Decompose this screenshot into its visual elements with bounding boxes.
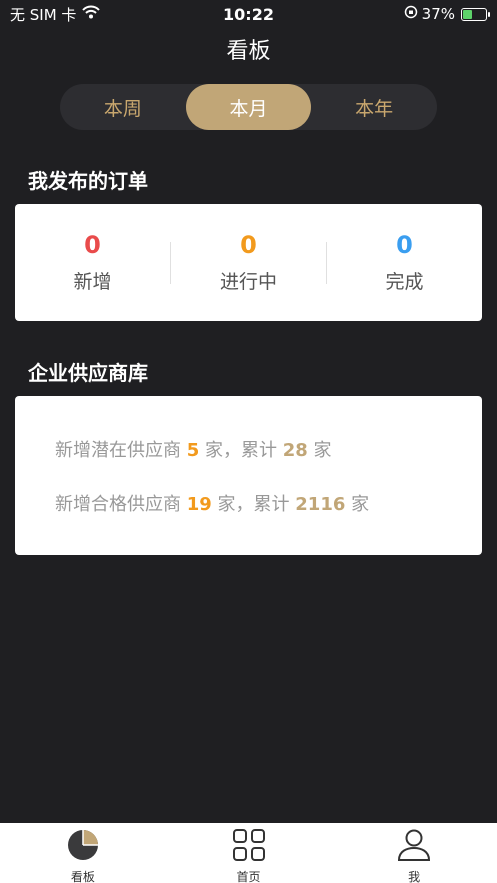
page-title: 看板 <box>226 39 271 64</box>
potential-suppliers-line[interactable]: 新增潜在供应商 5 家，累计 28 家 <box>55 436 332 462</box>
status-bar: 无 SIM 卡 10:22 37% <box>0 0 497 28</box>
stat-new-value: 0 <box>84 231 101 259</box>
orders-card: 0 新增 0 进行中 0 完成 <box>15 204 482 321</box>
stat-completed[interactable]: 0 完成 <box>327 231 482 294</box>
line-prefix: 新增潜在供应商 <box>55 440 181 461</box>
line-suffix: 家 <box>351 494 370 515</box>
tab-year[interactable]: 本年 <box>311 84 437 130</box>
status-time: 10:22 <box>223 4 274 24</box>
tab-month[interactable]: 本月 <box>185 84 312 130</box>
line-mid: 家，累计 <box>217 494 290 515</box>
tab-home[interactable]: 首页 <box>166 823 332 883</box>
tab-dashboard-label: 看板 <box>70 870 95 883</box>
tab-week[interactable]: 本周 <box>60 84 186 130</box>
qualified-new-count: 19 <box>186 494 212 515</box>
stat-in-progress-value: 0 <box>240 231 257 259</box>
carrier-label: 无 SIM 卡 <box>10 5 77 24</box>
battery-icon <box>461 7 490 21</box>
line-suffix: 家 <box>313 440 332 461</box>
tab-me[interactable]: 我 <box>331 823 497 883</box>
tab-dashboard[interactable]: 看板 <box>0 823 166 883</box>
orders-section-title: 我发布的订单 <box>28 169 148 193</box>
qualified-suppliers-line[interactable]: 新增合格供应商 19 家，累计 2116 家 <box>55 490 369 516</box>
bottom-tab-bar: 看板 首页 我 <box>0 823 497 883</box>
tab-home-label: 首页 <box>236 870 261 883</box>
line-prefix: 新增合格供应商 <box>55 494 181 515</box>
stat-completed-value: 0 <box>396 231 413 259</box>
person-icon <box>397 829 431 865</box>
line-mid: 家，累计 <box>205 440 277 461</box>
potential-total-count: 28 <box>282 440 308 461</box>
stat-completed-label: 完成 <box>385 271 424 293</box>
battery-percent: 37% <box>421 5 455 23</box>
potential-new-count: 5 <box>186 440 200 461</box>
stat-in-progress[interactable]: 0 进行中 <box>171 231 326 294</box>
qualified-total-count: 2116 <box>295 494 346 515</box>
tab-me-label: 我 <box>408 870 421 883</box>
wifi-icon <box>82 5 101 23</box>
grid-icon <box>232 829 265 865</box>
suppliers-card: 新增潜在供应商 5 家，累计 28 家 新增合格供应商 19 家，累计 2116… <box>15 396 482 555</box>
stat-new-label: 新增 <box>73 271 112 293</box>
stat-new[interactable]: 0 新增 <box>15 231 170 294</box>
pie-chart-icon <box>67 829 99 865</box>
suppliers-section-title: 企业供应商库 <box>28 361 148 385</box>
stat-in-progress-label: 进行中 <box>219 271 277 293</box>
rotation-lock-icon <box>404 5 418 23</box>
period-segmented-control: 本周 本月 本年 <box>60 84 437 130</box>
